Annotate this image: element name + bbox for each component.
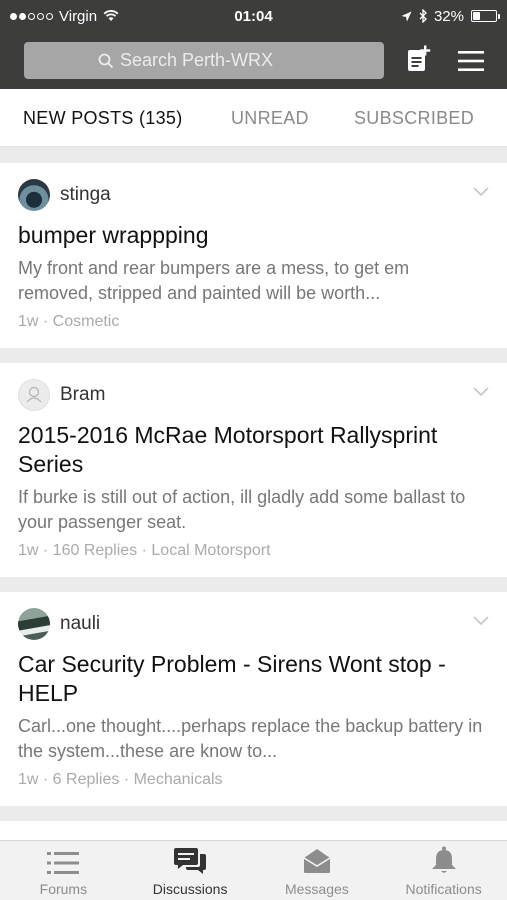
chevron-down-icon[interactable] bbox=[473, 616, 489, 626]
tab-subscribed[interactable]: SUBSCRIBED bbox=[354, 108, 474, 129]
envelope-icon bbox=[303, 849, 331, 873]
search-row bbox=[0, 32, 507, 89]
post-author[interactable]: nauli bbox=[60, 613, 100, 635]
battery-percent: 32% bbox=[433, 7, 464, 25]
post-title[interactable]: bumper wrappping bbox=[18, 221, 489, 250]
default-user-icon bbox=[26, 386, 42, 403]
post-author-row: stinga bbox=[18, 179, 489, 211]
chevron-down-icon[interactable] bbox=[473, 187, 489, 197]
bluetooth-icon bbox=[419, 9, 427, 23]
nav-messages[interactable]: Messages bbox=[254, 841, 381, 900]
post-meta: 1w · Cosmetic bbox=[18, 313, 120, 330]
search-icon bbox=[98, 53, 114, 68]
post-title[interactable]: 2015-2016 McRae Motorsport Rallysprint S… bbox=[18, 421, 489, 479]
chevron-down-icon[interactable] bbox=[473, 387, 489, 397]
signal-strength-icon bbox=[10, 12, 53, 20]
post-card[interactable]: stinga bumper wrappping My front and rea… bbox=[0, 163, 507, 348]
post-meta: 1w · 6 Replies · Mechanicals bbox=[18, 771, 223, 788]
nav-notifications[interactable]: Notifications bbox=[380, 841, 507, 900]
post-meta: 1w · 160 Replies · Local Motorsport bbox=[18, 542, 271, 559]
battery-level-fill bbox=[473, 12, 481, 20]
search-input[interactable] bbox=[120, 50, 310, 71]
tab-unread[interactable]: UNREAD bbox=[231, 108, 309, 129]
location-arrow-icon bbox=[401, 11, 412, 21]
post-title[interactable]: Car Security Problem - Sirens Wont stop … bbox=[18, 650, 489, 708]
post-excerpt: My front and rear bumpers are a mess, to… bbox=[18, 258, 410, 303]
nav-discussions-label: Discussions bbox=[152, 881, 228, 897]
chat-bubbles-icon bbox=[174, 848, 207, 874]
nav-messages-label: Messages bbox=[284, 881, 349, 897]
nav-forums[interactable]: Forums bbox=[0, 841, 127, 900]
wifi-icon bbox=[103, 10, 119, 21]
bell-icon bbox=[431, 846, 456, 873]
list-icon bbox=[47, 852, 80, 874]
post-author[interactable]: stinga bbox=[60, 184, 111, 206]
hamburger-menu-icon[interactable] bbox=[458, 51, 484, 71]
search-bar[interactable] bbox=[24, 42, 384, 79]
post-excerpt: Carl...one thought....perhaps replace th… bbox=[18, 716, 483, 761]
tab-bar: NEW POSTS (135) UNREAD SUBSCRIBED bbox=[0, 89, 507, 147]
status-left: Virgin bbox=[10, 8, 119, 25]
avatar[interactable] bbox=[18, 608, 50, 640]
carrier-name: Virgin bbox=[59, 7, 98, 25]
post-author-row: nauli bbox=[18, 608, 489, 640]
post-author[interactable]: Bram bbox=[60, 384, 105, 406]
post-author-row: Bram bbox=[18, 379, 489, 411]
avatar[interactable] bbox=[18, 179, 50, 211]
app-header: Virgin 01:04 32% bbox=[0, 0, 507, 89]
post-excerpt: If burke is still out of action, ill gla… bbox=[18, 487, 466, 532]
bottom-nav: Forums Discussions Messages Notification… bbox=[0, 840, 507, 900]
status-right: 32% bbox=[401, 7, 500, 25]
avatar[interactable] bbox=[18, 379, 50, 411]
nav-forums-label: Forums bbox=[39, 881, 88, 897]
status-bar: Virgin 01:04 32% bbox=[0, 0, 507, 32]
battery-icon bbox=[471, 10, 500, 22]
post-card[interactable]: Bram 2015-2016 McRae Motorsport Rallyspr… bbox=[0, 363, 507, 577]
post-card[interactable]: nauli Car Security Problem - Sirens Wont… bbox=[0, 592, 507, 806]
new-post-icon[interactable] bbox=[407, 45, 431, 73]
nav-notifications-label: Notifications bbox=[405, 881, 482, 897]
nav-discussions[interactable]: Discussions bbox=[127, 841, 254, 900]
tab-new-posts[interactable]: NEW POSTS (135) bbox=[23, 108, 183, 129]
